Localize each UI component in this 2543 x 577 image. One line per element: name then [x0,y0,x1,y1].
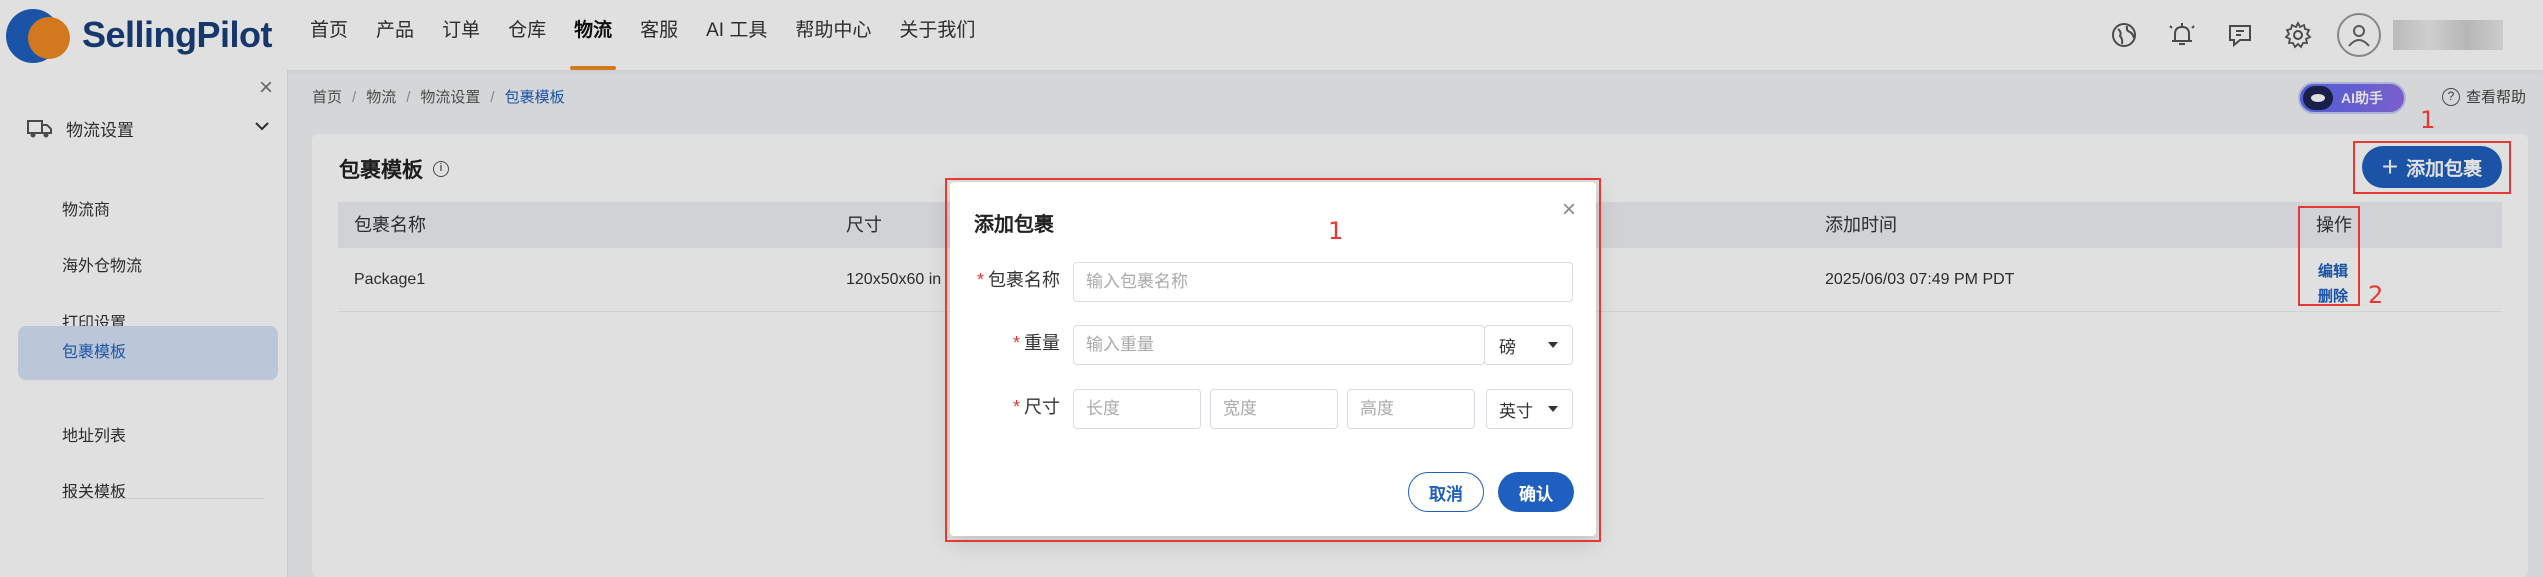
size-unit-select[interactable]: 英寸 [1486,389,1573,429]
weight-unit-select[interactable]: 磅 [1484,325,1573,365]
annotation-marker-actions: 2 [2368,281,2384,309]
size-unit-value: 英寸 [1499,401,1533,421]
length-input[interactable] [1073,389,1201,429]
weight-label: * 重量 [1012,333,1060,353]
annotation-marker-dialog: 1 [1328,217,1344,245]
dialog-title: 添加包裹 [974,214,1054,236]
width-input[interactable] [1210,389,1338,429]
weight-input[interactable] [1073,325,1485,365]
caret-down-icon [1548,406,1558,412]
confirm-button[interactable]: 确认 [1498,472,1574,512]
cancel-button[interactable]: 取消 [1408,472,1484,512]
close-icon[interactable]: × [1562,196,1576,224]
package-name-input[interactable] [1073,262,1573,302]
size-label: * 尺寸 [1012,397,1060,417]
add-package-dialog: 添加包裹 × *包裹名称 *重量 磅 *尺寸 英寸 取消 确认 [950,182,1596,536]
package-name-label: * 包裹名称 [976,270,1060,290]
caret-down-icon [1548,342,1558,348]
weight-unit-value: 磅 [1499,337,1516,357]
annotation-marker-add-button: 1 [2420,106,2436,134]
height-input[interactable] [1347,389,1475,429]
